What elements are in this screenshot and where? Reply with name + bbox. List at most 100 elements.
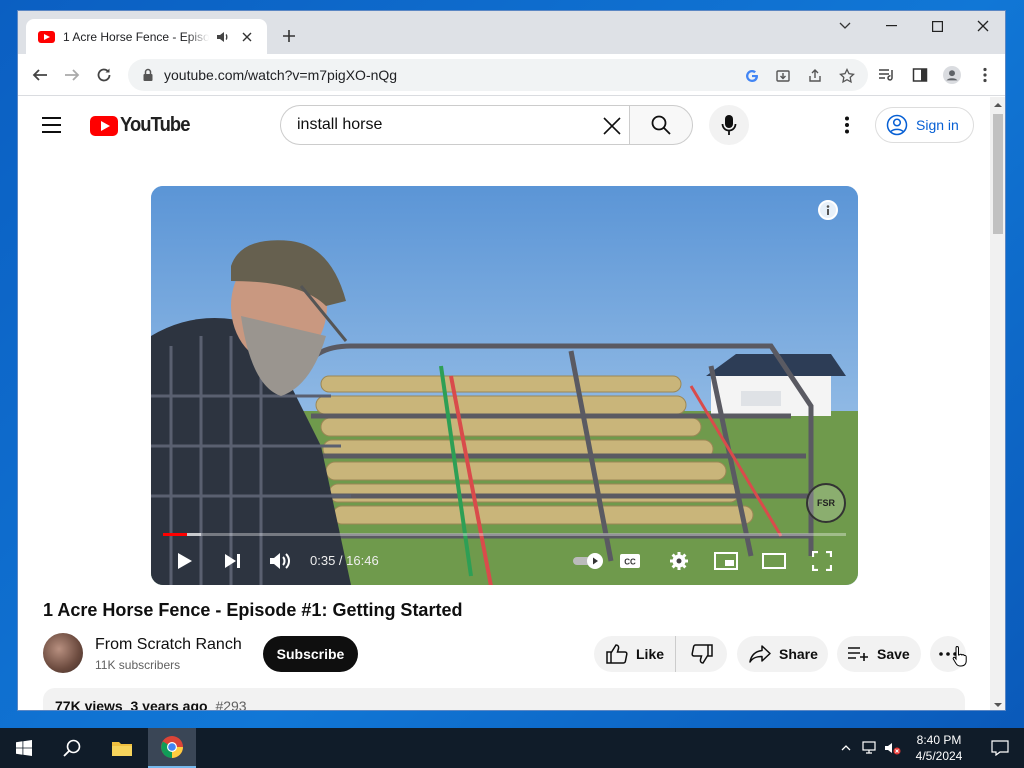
media-controls-icon[interactable] xyxy=(878,66,896,84)
description-box[interactable]: 77K views 3 years ago #293 xyxy=(43,688,965,711)
search-button[interactable] xyxy=(629,105,693,145)
network-icon[interactable] xyxy=(858,728,882,768)
address-bar[interactable]: youtube.com/watch?v=m7pigXO-nQg xyxy=(128,59,868,91)
side-panel-icon[interactable] xyxy=(911,66,929,84)
forward-button[interactable] xyxy=(58,61,86,89)
channel-watermark[interactable]: FSR xyxy=(806,483,846,523)
bookmark-star-icon[interactable] xyxy=(838,67,856,85)
browser-window: 1 Acre Horse Fence - Episode #1: Getting… xyxy=(17,10,1006,711)
audio-playing-icon[interactable] xyxy=(215,29,231,45)
tab-close-icon[interactable] xyxy=(239,29,255,45)
scroll-up-arrow-icon[interactable] xyxy=(990,97,1005,111)
url-text[interactable]: youtube.com/watch?v=m7pigXO-nQg xyxy=(164,67,397,83)
video-title: 1 Acre Horse Fence - Episode #1: Getting… xyxy=(43,600,463,620)
google-translate-icon[interactable] xyxy=(743,67,761,85)
video-timecode: 0:35 / 16:46 xyxy=(310,553,379,568)
info-icon[interactable] xyxy=(818,200,838,220)
youtube-play-logo-icon xyxy=(90,115,118,136)
hamburger-menu-icon[interactable] xyxy=(40,115,64,135)
miniplayer-button[interactable] xyxy=(713,548,739,574)
minimize-button[interactable] xyxy=(868,11,914,41)
youtube-logo-text: YouTube xyxy=(120,114,190,136)
subscriber-count: 11K subscribers xyxy=(95,658,181,672)
settings-menu-icon[interactable] xyxy=(835,113,859,137)
system-clock[interactable]: 8:40 PM 4/5/2024 xyxy=(900,732,978,764)
lock-icon[interactable] xyxy=(140,67,156,83)
youtube-header: YouTube install horse Sign in xyxy=(18,97,990,153)
tab-title: 1 Acre Horse Fence - Episode #1: Getting… xyxy=(63,29,209,44)
like-button[interactable]: Like xyxy=(594,636,676,672)
chrome-icon xyxy=(161,736,183,758)
browser-menu-icon[interactable] xyxy=(976,66,994,84)
save-button[interactable]: Save xyxy=(837,636,921,672)
video-progress-bar[interactable] xyxy=(163,533,846,536)
view-count: 77K views xyxy=(55,698,123,711)
thumbs-down-icon xyxy=(690,644,713,664)
voice-search-button[interactable] xyxy=(709,105,749,145)
next-video-button[interactable] xyxy=(220,548,246,574)
tray-chevron-up-icon[interactable] xyxy=(834,728,858,768)
upload-age: 3 years ago xyxy=(130,698,208,711)
youtube-page: YouTube install horse Sign in FSR 0:35 /… xyxy=(18,97,990,711)
taskbar-search-button[interactable] xyxy=(48,728,96,768)
tab-strip: 1 Acre Horse Fence - Episode #1: Getting… xyxy=(18,11,1005,54)
video-player[interactable]: FSR 0:35 / 16:46 CC xyxy=(151,186,858,585)
scrollbar-thumb[interactable] xyxy=(993,114,1003,234)
volume-icon[interactable] xyxy=(267,548,293,574)
file-explorer-button[interactable] xyxy=(98,728,146,768)
maximize-button[interactable] xyxy=(914,11,960,41)
settings-gear-icon[interactable] xyxy=(666,548,692,574)
scroll-down-arrow-icon[interactable] xyxy=(990,698,1005,710)
windows-logo-icon xyxy=(16,740,32,756)
taskbar-search-icon xyxy=(63,739,81,757)
windows-taskbar: 8:40 PM 4/5/2024 xyxy=(0,728,1024,768)
new-tab-button[interactable] xyxy=(278,25,300,47)
theater-mode-button[interactable] xyxy=(761,548,787,574)
account-icon xyxy=(886,114,908,136)
youtube-logo[interactable]: YouTube xyxy=(90,114,196,137)
fullscreen-button[interactable] xyxy=(809,548,835,574)
captions-button[interactable]: CC xyxy=(617,548,643,574)
thumbs-up-icon xyxy=(606,644,628,664)
video-frame[interactable] xyxy=(151,186,858,585)
svg-text:CC: CC xyxy=(624,558,636,567)
close-window-button[interactable] xyxy=(960,11,1005,41)
start-button[interactable] xyxy=(0,728,48,768)
notification-center-icon[interactable] xyxy=(976,728,1024,768)
like-label: Like xyxy=(636,646,665,662)
subscribe-button[interactable]: Subscribe xyxy=(263,636,358,672)
install-app-icon[interactable] xyxy=(774,67,792,85)
autoplay-toggle[interactable] xyxy=(569,548,609,574)
clock-date: 4/5/2024 xyxy=(915,749,963,763)
channel-avatar[interactable] xyxy=(43,633,83,673)
sign-in-label: Sign in xyxy=(916,117,959,133)
tab-search-chevron-icon[interactable] xyxy=(822,11,868,41)
folder-icon xyxy=(112,742,132,756)
chrome-taskbar-button[interactable] xyxy=(148,728,196,768)
search-query-text[interactable]: install horse xyxy=(297,116,382,134)
save-label: Save xyxy=(877,646,910,662)
dislike-button[interactable] xyxy=(676,636,727,672)
add-to-playlist-icon xyxy=(848,647,868,661)
search-input[interactable]: install horse xyxy=(280,105,630,145)
browser-tab-active[interactable]: 1 Acre Horse Fence - Episode #1: Getting… xyxy=(26,19,267,54)
page-scrollbar[interactable] xyxy=(990,97,1005,710)
youtube-favicon-icon xyxy=(38,30,55,43)
hand-cursor-icon xyxy=(952,645,967,667)
clock-time: 8:40 PM xyxy=(916,733,962,747)
share-button[interactable]: Share xyxy=(737,636,828,672)
share-label: Share xyxy=(779,646,818,662)
sign-in-button[interactable]: Sign in xyxy=(875,107,974,143)
clear-search-icon[interactable] xyxy=(600,114,624,138)
back-button[interactable] xyxy=(26,61,54,89)
share-page-icon[interactable] xyxy=(806,67,824,85)
channel-name[interactable]: From Scratch Ranch xyxy=(95,636,242,654)
progress-played xyxy=(163,533,187,536)
hashtag-link[interactable]: #293 xyxy=(215,698,246,710)
play-button[interactable] xyxy=(172,548,198,574)
reload-button[interactable] xyxy=(90,61,118,89)
microphone-icon xyxy=(721,115,737,135)
browser-toolbar: youtube.com/watch?v=m7pigXO-nQg xyxy=(18,54,1005,96)
search-icon xyxy=(651,115,671,135)
profile-avatar-icon[interactable] xyxy=(943,66,961,84)
